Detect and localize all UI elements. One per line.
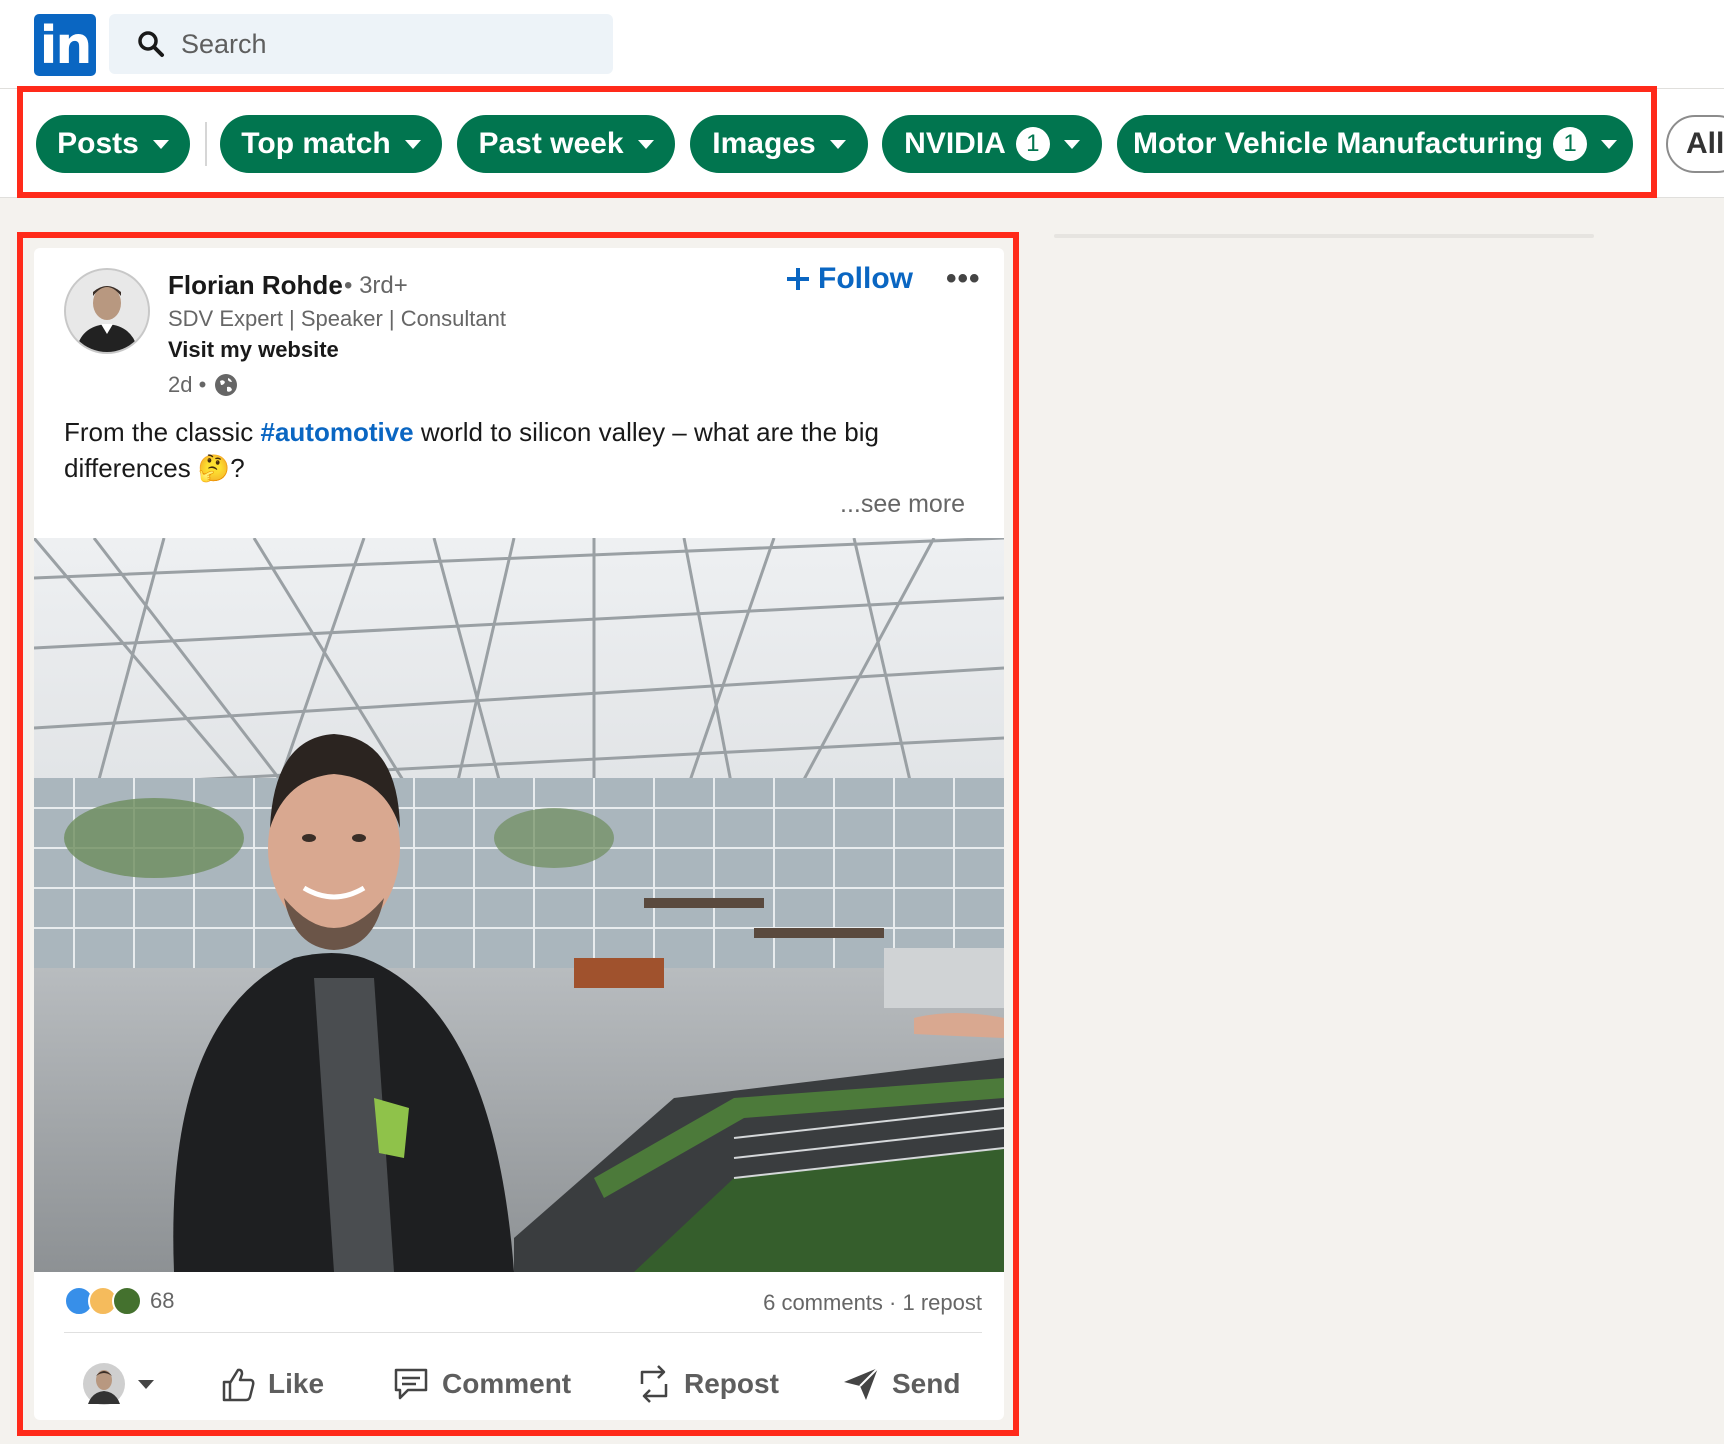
search-placeholder: Search	[181, 28, 267, 59]
search-icon	[138, 31, 164, 57]
linkedin-logo[interactable]: in	[34, 14, 96, 76]
top-navbar: in Search	[0, 0, 1724, 88]
filter-all[interactable]: All	[1666, 115, 1724, 173]
filter-highlight-box	[17, 86, 1657, 198]
post-highlight-box	[17, 232, 1019, 1436]
search-input[interactable]: Search	[109, 14, 613, 74]
right-rail-divider	[1054, 234, 1594, 238]
